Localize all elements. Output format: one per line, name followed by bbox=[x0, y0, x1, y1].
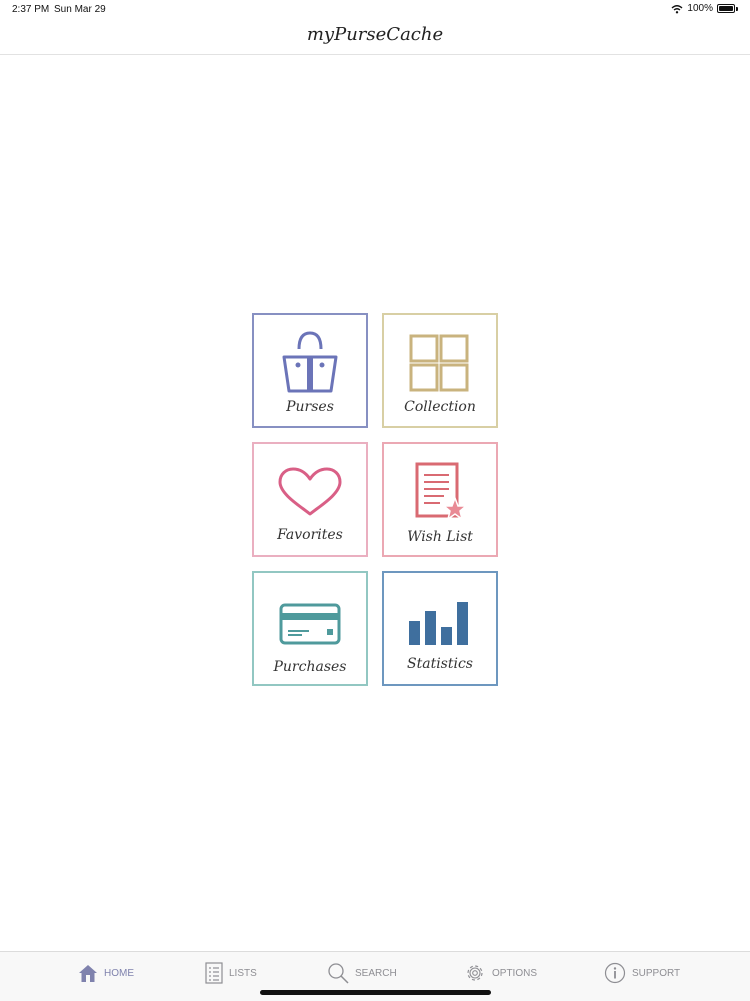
home-menu-grid: Purses Collection Favorites Wish List Pu… bbox=[252, 313, 498, 687]
tab-label: SEARCH bbox=[355, 967, 397, 979]
tile-collection[interactable]: Collection bbox=[382, 313, 498, 428]
battery-percent: 100% bbox=[687, 3, 713, 14]
list-icon bbox=[205, 962, 223, 984]
tab-label: SUPPORT bbox=[632, 967, 681, 979]
tab-label: LISTS bbox=[229, 967, 257, 979]
tile-label: Statistics bbox=[407, 656, 473, 672]
search-icon bbox=[328, 963, 349, 984]
tile-label: Collection bbox=[404, 399, 476, 415]
home-icon bbox=[79, 965, 97, 982]
tile-label: Purses bbox=[286, 399, 334, 415]
tile-label: Purchases bbox=[273, 659, 347, 675]
tile-favorites[interactable]: Favorites bbox=[252, 442, 368, 557]
tab-lists[interactable]: LISTS bbox=[205, 961, 257, 985]
home-indicator[interactable] bbox=[260, 990, 491, 995]
tab-label: OPTIONS bbox=[492, 967, 538, 979]
battery-icon bbox=[717, 4, 735, 13]
navigation-bar: myPurseCache bbox=[0, 20, 750, 55]
tab-options[interactable]: OPTIONS bbox=[464, 961, 537, 985]
tab-support[interactable]: SUPPORT bbox=[604, 961, 680, 985]
status-date: Sun Mar 29 bbox=[54, 4, 106, 15]
status-time: 2:37 PM bbox=[12, 4, 50, 15]
app-title: myPurseCache bbox=[306, 24, 444, 45]
tile-label: Wish List bbox=[407, 529, 473, 545]
tab-home[interactable]: HOME bbox=[78, 961, 134, 985]
gear-icon bbox=[467, 965, 483, 981]
status-indicators: 100% bbox=[671, 3, 738, 14]
tile-statistics[interactable]: Statistics bbox=[382, 571, 498, 686]
wifi-icon bbox=[671, 4, 683, 13]
battery-nub bbox=[736, 6, 738, 11]
tile-purses[interactable]: Purses bbox=[252, 313, 368, 428]
tile-wishlist[interactable]: Wish List bbox=[382, 442, 498, 557]
tile-purchases[interactable]: Purchases bbox=[252, 571, 368, 686]
tab-label: HOME bbox=[104, 967, 134, 979]
tab-search[interactable]: SEARCH bbox=[327, 961, 397, 985]
info-icon bbox=[604, 962, 626, 984]
status-bar: 2:37 PM Sun Mar 29 100% bbox=[0, 0, 750, 20]
tile-label: Favorites bbox=[277, 527, 343, 543]
